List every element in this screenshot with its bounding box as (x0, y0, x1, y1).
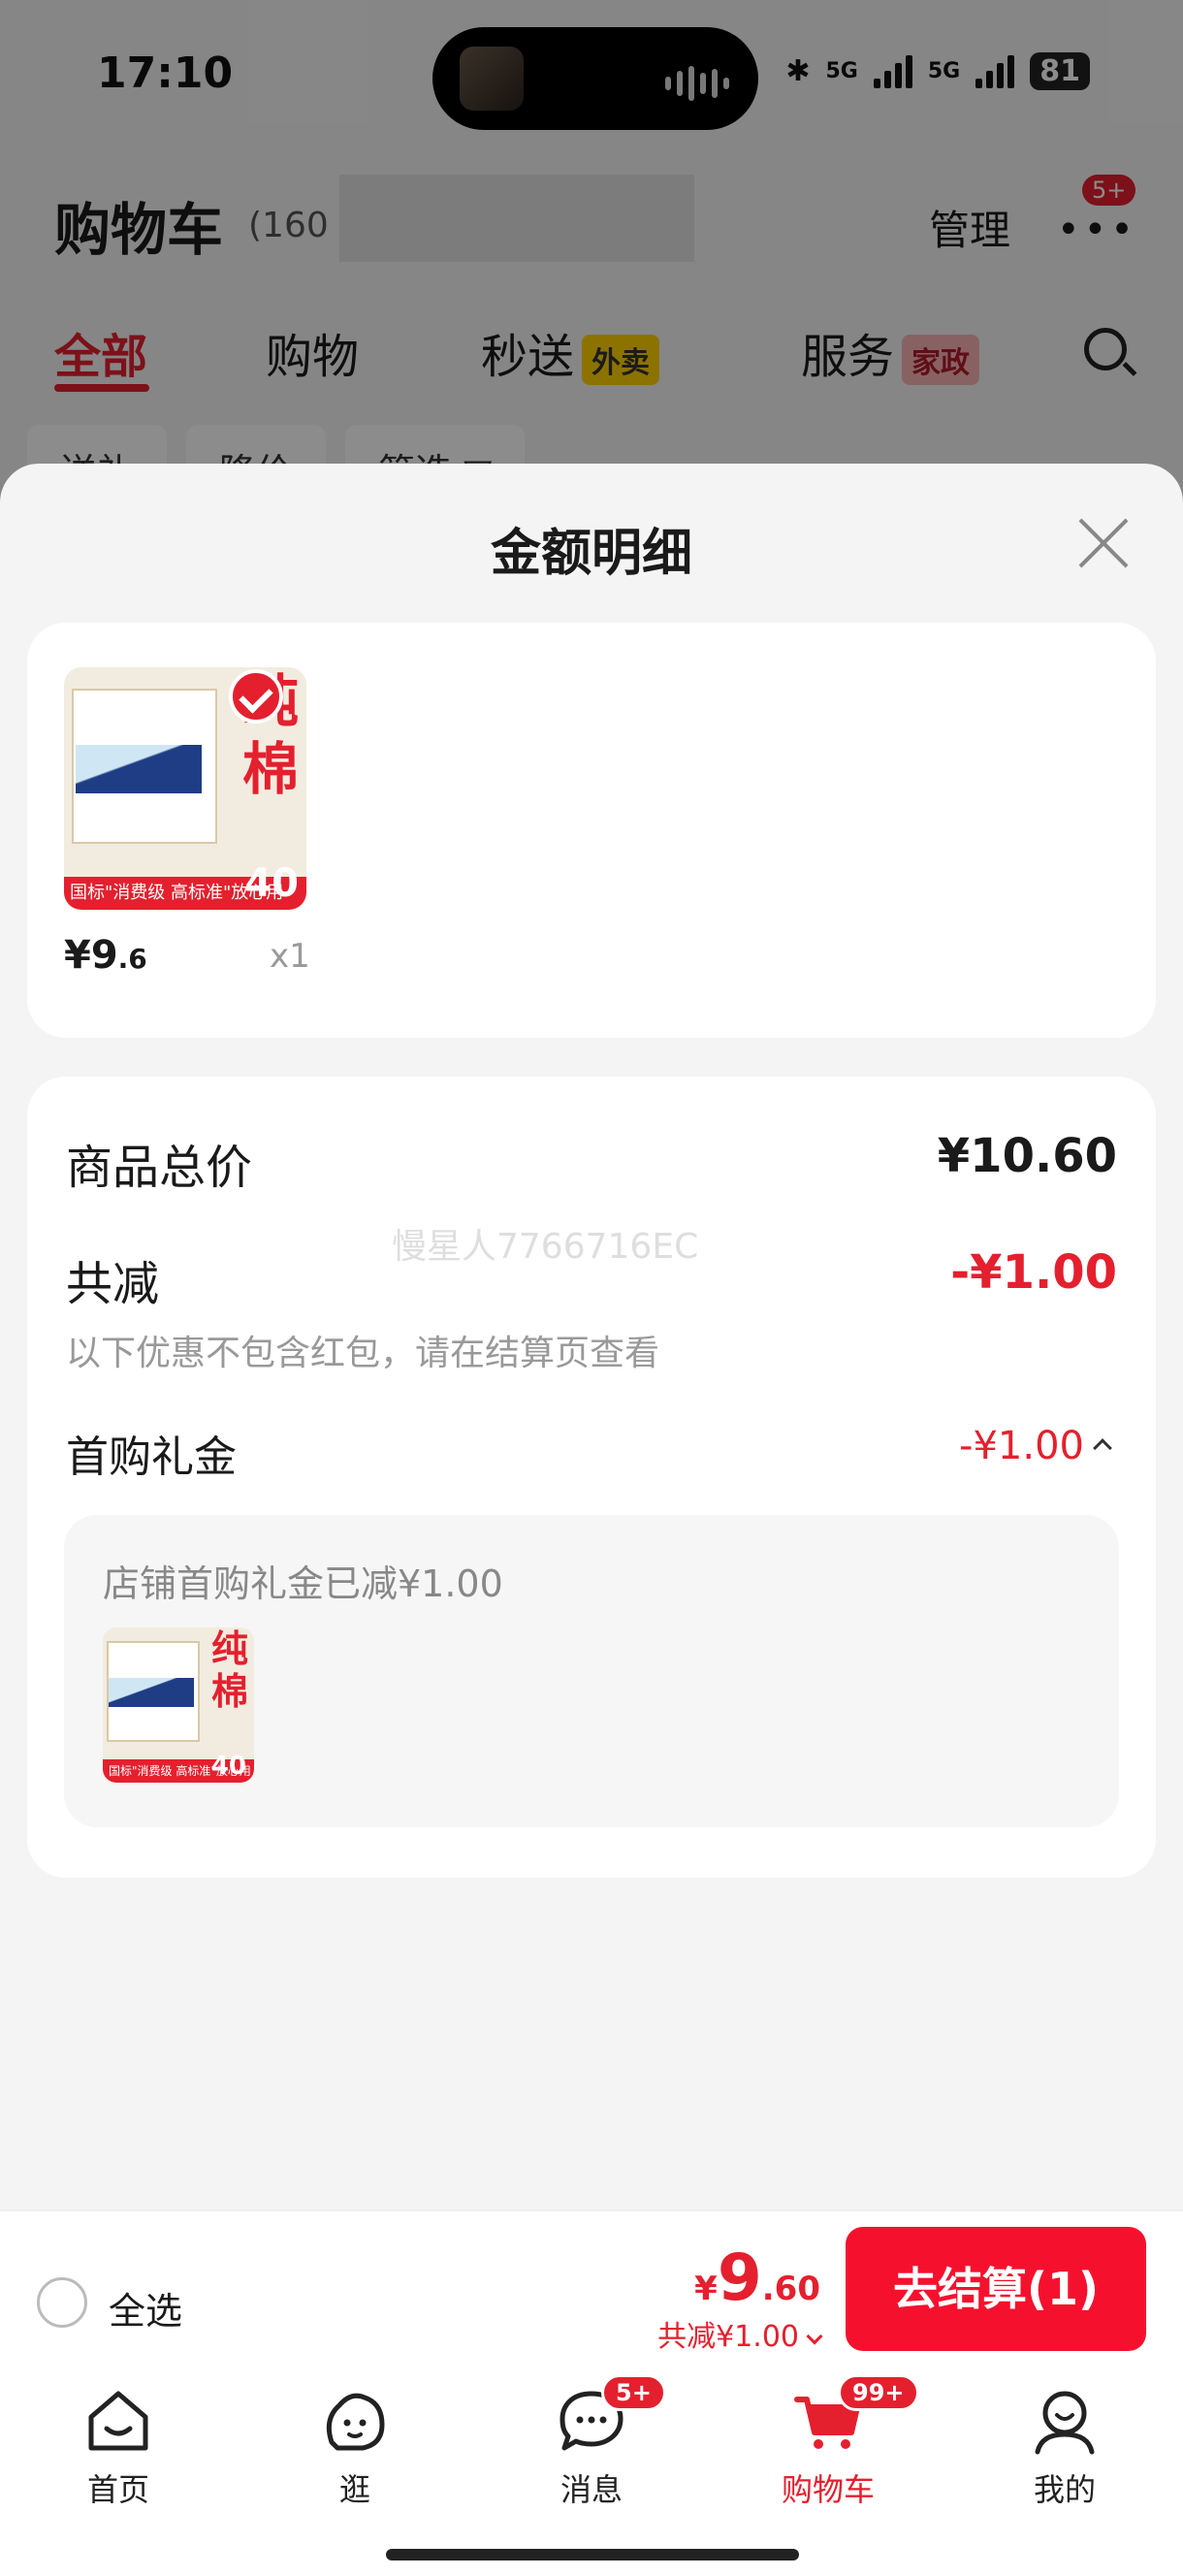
nav-profile[interactable]: 我的 (987, 2384, 1142, 2510)
summary-card: 商品总价 ¥10.60 共减 -¥1.00 以下优惠不包含红包，请在结算页查看 … (27, 1077, 1156, 1878)
product-count: 40 (244, 861, 299, 906)
reduce-value: -¥1.00 (950, 1245, 1117, 1300)
nav-messages[interactable]: 5+ 消息 (514, 2374, 669, 2510)
reduce-label: 共减 (66, 1257, 160, 1311)
product-art (76, 745, 202, 793)
product-price-int: ¥9 (64, 933, 118, 978)
nav-home[interactable]: 首页 (41, 2384, 196, 2510)
nav-browse[interactable]: 逛 (277, 2384, 432, 2510)
total-price: ¥9.60 (694, 2240, 820, 2315)
chevron-down-icon (806, 2328, 823, 2345)
total-label: 商品总价 (66, 1141, 253, 1195)
nav-browse-label: 逛 (338, 2471, 370, 2508)
checkout-button[interactable]: 去结算(1) (846, 2227, 1146, 2351)
price-dec: .60 (761, 2270, 820, 2308)
amount-detail-sheet: 金额明细 纯棉 国标"消费级 高标准"放心用 40 ¥9.6 x1 商品总价 ¥… (0, 464, 1183, 2209)
message-icon: 5+ (555, 2374, 666, 2458)
gift-art (109, 1678, 194, 1707)
gift-count: 40 (210, 1752, 246, 1781)
select-all-checkbox[interactable] (37, 2277, 87, 2328)
price-symbol: ¥ (694, 2270, 718, 2308)
price-int: 9 (717, 2240, 762, 2315)
first-purchase-label: 首购礼金 (66, 1433, 237, 1482)
home-icon (81, 2384, 155, 2458)
checkout-bar: 全选 ¥9.60 共减¥1.00 去结算(1) (0, 2209, 1183, 2367)
modal-overlay[interactable] (0, 0, 1183, 504)
discount-toggle[interactable]: 共减¥1.00 (657, 2312, 823, 2355)
nav-profile-label: 我的 (1033, 2471, 1096, 2508)
bottom-nav: 首页 逛 5+ 消息 99+ 购物车 我的 (0, 2367, 1183, 2576)
browse-icon (318, 2384, 392, 2458)
nav-messages-label: 消息 (560, 2471, 623, 2508)
product-price-dec: .6 (117, 943, 147, 975)
messages-badge: 5+ (601, 2374, 666, 2411)
select-all-label[interactable]: 全选 (109, 2281, 182, 2334)
gift-product-image[interactable]: 纯棉 国标"消费级 高标准"放心用 40 (103, 1627, 254, 1783)
total-value: ¥10.60 (937, 1129, 1117, 1183)
cart-badge: 99+ (838, 2374, 919, 2411)
watermark: 慢星人7766716EC (392, 1227, 699, 1267)
discount-text: 共减¥1.00 (657, 2320, 799, 2354)
product-quantity: x1 (270, 937, 310, 976)
sheet-title: 金额明细 (490, 525, 692, 583)
gift-badge-text: 纯棉 (210, 1627, 248, 1713)
cart-icon: 99+ (791, 2374, 919, 2458)
profile-icon (1028, 2384, 1102, 2458)
nav-cart-label: 购物车 (781, 2471, 875, 2508)
product-card: 纯棉 国标"消费级 高标准"放心用 40 ¥9.6 x1 (27, 623, 1156, 1038)
gift-detail-box: 店铺首购礼金已减¥1.00 纯棉 国标"消费级 高标准"放心用 40 (64, 1515, 1119, 1827)
first-purchase-toggle[interactable]: -¥1.00 (959, 1424, 1112, 1468)
product-price: ¥9.6 (64, 933, 147, 978)
chevron-up-icon (1093, 1438, 1112, 1458)
nav-home-label: 首页 (86, 2471, 149, 2508)
close-icon[interactable] (1076, 516, 1131, 570)
selected-check-icon (229, 669, 283, 724)
gift-text: 店铺首购礼金已减¥1.00 (103, 1562, 503, 1605)
first-purchase-value: -¥1.00 (959, 1424, 1084, 1468)
nav-cart[interactable]: 99+ 购物车 (751, 2374, 919, 2510)
discount-note: 以下优惠不包含红包，请在结算页查看 (66, 1334, 660, 1373)
home-indicator (386, 2549, 799, 2560)
